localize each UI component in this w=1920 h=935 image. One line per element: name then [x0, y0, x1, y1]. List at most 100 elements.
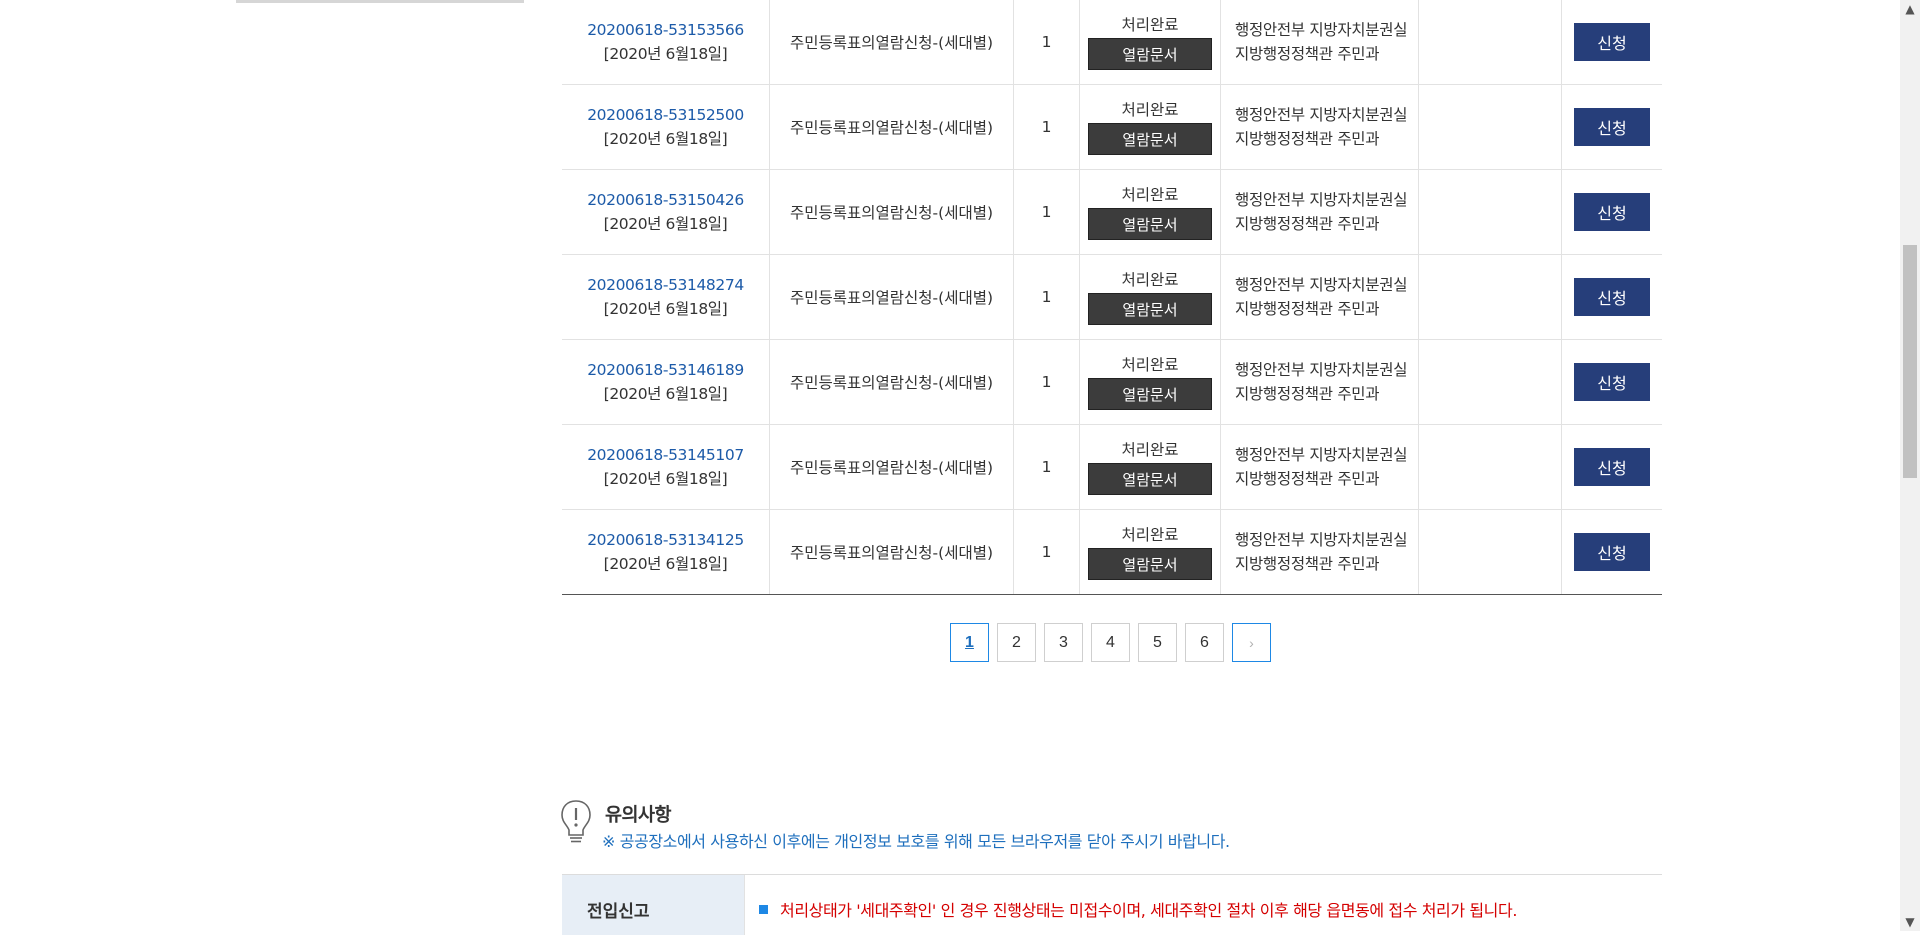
receipt-cell: 20200618-53146189 [2020년 6월18일] — [562, 340, 770, 424]
results-table: 20200618-53153566 [2020년 6월18일] 주민등록표의열람… — [562, 0, 1662, 595]
organization-line-1: 행정안전부 지방자치분권실 — [1235, 191, 1408, 209]
organization-cell: 행정안전부 지방자치분권실 지방행정정책관 주민과 — [1221, 170, 1419, 254]
receipt-number-link[interactable]: 20200618-53145107 — [587, 443, 744, 467]
page-button-6[interactable]: 6 — [1185, 623, 1224, 662]
service-cell: 주민등록표의열람신청-(세대별) — [770, 510, 1014, 594]
apply-cell: 신청 — [1562, 85, 1662, 169]
service-name: 주민등록표의열람신청-(세대별) — [789, 544, 994, 562]
table-row: 20200618-53148274 [2020년 6월18일] 주민등록표의열람… — [562, 255, 1662, 340]
application-date: [2020년 6월18일] — [603, 45, 728, 63]
table-row: 20200618-53134125 [2020년 6월18일] 주민등록표의열람… — [562, 510, 1662, 595]
status-text: 처리완료 — [1121, 186, 1179, 204]
status-text: 처리완료 — [1121, 526, 1179, 544]
application-date: [2020년 6월18일] — [603, 385, 728, 403]
notice-item: 처리상태가 '세대주확인' 인 경우 진행상태는 미접수이며, 세대주확인 절차… — [759, 897, 1517, 921]
receipt-cell: 20200618-53153566 [2020년 6월18일] — [562, 0, 770, 84]
status-cell: 처리완료 열람문서 — [1080, 425, 1221, 509]
page-button-1[interactable]: 1 — [950, 623, 989, 662]
view-document-button[interactable]: 열람문서 — [1088, 293, 1212, 325]
notice-item-text: 처리상태가 '세대주확인' 인 경우 진행상태는 미접수이며, 세대주확인 절차… — [780, 901, 1518, 920]
notice-title: 유의사항 — [605, 805, 672, 826]
table-row: 20200618-53152500 [2020년 6월18일] 주민등록표의열람… — [562, 85, 1662, 170]
apply-button[interactable]: 신청 — [1574, 23, 1650, 61]
service-name: 주민등록표의열람신청-(세대별) — [789, 374, 994, 392]
organization-line-2: 지방행정정책관 주민과 — [1235, 470, 1380, 488]
organization-line-1: 행정안전부 지방자치분권실 — [1235, 21, 1408, 39]
empty-cell — [1419, 510, 1562, 594]
view-document-button[interactable]: 열람문서 — [1088, 463, 1212, 495]
vertical-scrollbar[interactable]: ▲ ▼ — [1900, 0, 1920, 931]
service-cell: 주민등록표의열람신청-(세대별) — [770, 0, 1014, 84]
page-button-5[interactable]: 5 — [1138, 623, 1177, 662]
receipt-number-link[interactable]: 20200618-53153566 — [587, 18, 744, 42]
apply-button[interactable]: 신청 — [1574, 193, 1650, 231]
view-document-button[interactable]: 열람문서 — [1088, 38, 1212, 70]
copy-count: 1 — [1041, 373, 1052, 391]
receipt-number-link[interactable]: 20200618-53146189 — [587, 358, 744, 382]
copy-count: 1 — [1041, 203, 1052, 221]
service-name: 주민등록표의열람신청-(세대별) — [789, 204, 994, 222]
status-cell: 처리완료 열람문서 — [1080, 170, 1221, 254]
copy-count: 1 — [1041, 543, 1052, 561]
organization-line-2: 지방행정정책관 주민과 — [1235, 45, 1380, 63]
copy-count: 1 — [1041, 288, 1052, 306]
table-row: 20200618-53150426 [2020년 6월18일] 주민등록표의열람… — [562, 170, 1662, 255]
notice-subtitle: ※ 공공장소에서 사용하신 이후에는 개인정보 보호를 위해 모든 브라우저를 … — [602, 832, 1230, 851]
receipt-cell: 20200618-53145107 [2020년 6월18일] — [562, 425, 770, 509]
apply-cell: 신청 — [1562, 425, 1662, 509]
view-document-button[interactable]: 열람문서 — [1088, 208, 1212, 240]
copy-count: 1 — [1041, 118, 1052, 136]
organization-cell: 행정안전부 지방자치분권실 지방행정정책관 주민과 — [1221, 340, 1419, 424]
apply-cell: 신청 — [1562, 0, 1662, 84]
apply-cell: 신청 — [1562, 340, 1662, 424]
scrollbar-thumb[interactable] — [1903, 245, 1917, 478]
empty-cell — [1419, 340, 1562, 424]
table-row: 20200618-53145107 [2020년 6월18일] 주민등록표의열람… — [562, 425, 1662, 510]
view-document-button[interactable]: 열람문서 — [1088, 378, 1212, 410]
organization-line-2: 지방행정정책관 주민과 — [1235, 130, 1380, 148]
apply-button[interactable]: 신청 — [1574, 278, 1650, 316]
scroll-down-arrow-icon[interactable]: ▼ — [1900, 913, 1920, 931]
service-cell: 주민등록표의열람신청-(세대별) — [770, 340, 1014, 424]
receipt-number-link[interactable]: 20200618-53152500 — [587, 103, 744, 127]
table-row: 20200618-53146189 [2020년 6월18일] 주민등록표의열람… — [562, 340, 1662, 425]
organization-line-1: 행정안전부 지방자치분권실 — [1235, 106, 1408, 124]
page-button-2[interactable]: 2 — [997, 623, 1036, 662]
sidebar-bottom-rule — [236, 0, 524, 3]
receipt-number-link[interactable]: 20200618-53150426 — [587, 188, 744, 212]
empty-cell — [1419, 255, 1562, 339]
count-cell: 1 — [1014, 255, 1080, 339]
organization-cell: 행정안전부 지방자치분권실 지방행정정책관 주민과 — [1221, 0, 1419, 84]
lightbulb-icon — [559, 799, 593, 845]
status-cell: 처리완료 열람문서 — [1080, 255, 1221, 339]
status-cell: 처리완료 열람문서 — [1080, 340, 1221, 424]
application-date: [2020년 6월18일] — [603, 555, 728, 573]
receipt-number-link[interactable]: 20200618-53148274 — [587, 273, 744, 297]
status-cell: 처리완료 열람문서 — [1080, 510, 1221, 594]
page-button-3[interactable]: 3 — [1044, 623, 1083, 662]
notice-table: 전입신고 처리상태가 '세대주확인' 인 경우 진행상태는 미접수이며, 세대주… — [562, 874, 1662, 935]
receipt-cell: 20200618-53134125 [2020년 6월18일] — [562, 510, 770, 594]
service-name: 주민등록표의열람신청-(세대별) — [789, 289, 994, 307]
empty-cell — [1419, 0, 1562, 84]
apply-button[interactable]: 신청 — [1574, 108, 1650, 146]
scroll-up-arrow-icon[interactable]: ▲ — [1900, 0, 1920, 18]
view-document-button[interactable]: 열람문서 — [1088, 123, 1212, 155]
empty-cell — [1419, 425, 1562, 509]
page-button-4[interactable]: 4 — [1091, 623, 1130, 662]
apply-button[interactable]: 신청 — [1574, 363, 1650, 401]
empty-cell — [1419, 85, 1562, 169]
organization-line-1: 행정안전부 지방자치분권실 — [1235, 531, 1408, 549]
organization-cell: 행정안전부 지방자치분권실 지방행정정책관 주민과 — [1221, 510, 1419, 594]
pagination: 1 2 3 4 5 6 › — [950, 623, 1271, 662]
receipt-cell: 20200618-53152500 [2020년 6월18일] — [562, 85, 770, 169]
apply-button[interactable]: 신청 — [1574, 448, 1650, 486]
count-cell: 1 — [1014, 85, 1080, 169]
view-document-button[interactable]: 열람문서 — [1088, 548, 1212, 580]
apply-button[interactable]: 신청 — [1574, 533, 1650, 571]
count-cell: 1 — [1014, 0, 1080, 84]
organization-line-2: 지방행정정책관 주민과 — [1235, 555, 1380, 573]
next-page-chevron-icon[interactable]: › — [1232, 623, 1271, 662]
receipt-number-link[interactable]: 20200618-53134125 — [587, 528, 744, 552]
service-name: 주민등록표의열람신청-(세대별) — [789, 34, 994, 52]
